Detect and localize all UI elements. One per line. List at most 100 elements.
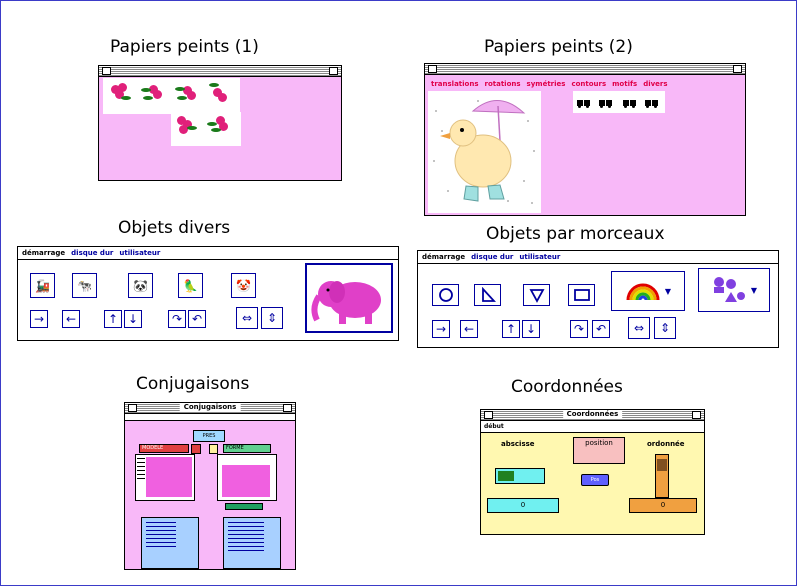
train-motif[interactable] xyxy=(623,98,637,108)
arrow-left-icon[interactable]: ← xyxy=(62,310,80,328)
menu-translations[interactable]: translations xyxy=(431,80,479,88)
panda-object-icon[interactable]: 🐼 xyxy=(128,273,153,298)
menu-debut[interactable]: début xyxy=(481,421,704,433)
titlebar[interactable]: Coordonnées xyxy=(481,410,704,421)
menu-divider xyxy=(18,259,398,260)
flower-motif[interactable] xyxy=(175,82,197,104)
close-box[interactable] xyxy=(102,67,111,75)
circle-shape-icon[interactable] xyxy=(432,284,459,306)
zoom-box[interactable] xyxy=(692,411,701,419)
titlebar[interactable] xyxy=(99,66,341,77)
green-button[interactable] xyxy=(225,503,263,510)
menu-disque-dur[interactable]: disque dur xyxy=(471,253,513,261)
arrow-right-icon[interactable]: → xyxy=(432,320,450,338)
zoom-box[interactable] xyxy=(329,67,338,75)
flower-motif[interactable] xyxy=(207,114,229,136)
close-box[interactable] xyxy=(428,65,437,73)
window-conjugaisons[interactable]: Conjugaisons PRES MODELE FORME xyxy=(124,402,296,570)
arrow-down-icon[interactable]: ↓ xyxy=(522,320,540,338)
menu-utilisateur[interactable]: utilisateur xyxy=(119,249,160,257)
window-papiers-peints-1[interactable] xyxy=(98,65,342,181)
menu-divers[interactable]: divers xyxy=(643,80,667,88)
red-toggle[interactable] xyxy=(191,444,201,454)
menu-disque-dur[interactable]: disque dur xyxy=(71,249,113,257)
titlebar[interactable] xyxy=(425,64,745,75)
menu-bar xyxy=(125,414,295,421)
flip-vertical-icon[interactable]: ⇕ xyxy=(261,307,283,329)
flip-horizontal-icon[interactable]: ⇔ xyxy=(628,317,650,339)
title-papiers-peints-2: Papiers peints (2) xyxy=(484,37,633,57)
titlebar[interactable]: Conjugaisons xyxy=(125,403,295,414)
arrow-left-icon[interactable]: ← xyxy=(460,320,478,338)
forme-tag[interactable]: FORME xyxy=(223,444,271,453)
menu-motifs[interactable]: motifs xyxy=(612,80,637,88)
zoom-box[interactable] xyxy=(283,404,292,412)
left-text-panel xyxy=(141,517,199,569)
flower-motif[interactable] xyxy=(209,82,231,104)
right-text-panel xyxy=(223,517,281,569)
menu-symetries[interactable]: symétries xyxy=(527,80,566,88)
close-box[interactable] xyxy=(484,411,493,419)
title-papiers-peints-1: Papiers peints (1) xyxy=(110,37,259,57)
clown-object-icon[interactable]: 🤡 xyxy=(231,273,256,298)
rectangle-shape-icon[interactable] xyxy=(568,284,595,306)
window-coordonnees[interactable]: Coordonnées début abscisse position ordo… xyxy=(480,409,705,535)
menu-bar: démarrage disque dur utilisateur xyxy=(422,253,566,261)
zoom-box[interactable] xyxy=(733,65,742,73)
ordonnee-gauge[interactable] xyxy=(655,454,669,498)
rotate-right-icon[interactable]: ↷ xyxy=(570,320,588,338)
flower-motif[interactable] xyxy=(175,114,197,136)
pres-button[interactable]: PRES xyxy=(193,430,225,442)
menu-contours[interactable]: contours xyxy=(571,80,606,88)
rotate-left-icon[interactable]: ↶ xyxy=(188,310,206,328)
right-list[interactable] xyxy=(217,454,277,501)
rotate-right-icon[interactable]: ↷ xyxy=(168,310,186,328)
y-value-field[interactable]: 0 xyxy=(629,498,697,513)
arrow-down-icon[interactable]: ↓ xyxy=(124,310,142,328)
menu-divider xyxy=(418,263,778,264)
arrow-up-icon[interactable]: ↑ xyxy=(104,310,122,328)
menu-bar: translations rotations symétries contours mo… xyxy=(431,80,674,88)
window-objets-par-morceaux[interactable]: démarrage disque dur utilisateur ▼ ▼ → ← ↑… xyxy=(417,250,779,348)
right-triangle-shape-icon[interactable] xyxy=(474,284,501,306)
close-box[interactable] xyxy=(128,404,137,412)
position-label: position xyxy=(573,437,625,464)
arrow-right-icon[interactable]: → xyxy=(30,310,48,328)
window-title: Coordonnées xyxy=(562,410,623,419)
window-objets-divers[interactable]: démarrage disque dur utilisateur 🚂 🐄 🐼 🦜 🤡… xyxy=(17,246,399,341)
flip-horizontal-icon[interactable]: ⇔ xyxy=(236,307,258,329)
abscisse-label: abscisse xyxy=(501,440,535,448)
modele-tag[interactable]: MODELE xyxy=(139,444,189,453)
abscisse-gauge[interactable] xyxy=(495,468,545,484)
dropdown-triangle-icon: ▼ xyxy=(664,286,672,296)
menu-bar: démarrage disque dur utilisateur xyxy=(22,249,166,257)
triangle-down-shape-icon[interactable] xyxy=(523,284,550,306)
train-object-icon[interactable]: 🚂 xyxy=(30,273,55,298)
menu-demarrage[interactable]: démarrage xyxy=(422,253,465,261)
window-title: Conjugaisons xyxy=(179,403,241,412)
cow-object-icon[interactable]: 🐄 xyxy=(72,273,97,298)
train-motif[interactable] xyxy=(599,98,613,108)
x-value-field[interactable]: 0 xyxy=(487,498,559,513)
window-papiers-peints-2[interactable]: translations rotations symétries contours mo… xyxy=(424,63,746,216)
rainbow-icon xyxy=(626,283,660,301)
flower-motif[interactable] xyxy=(109,82,131,104)
train-motif[interactable] xyxy=(577,98,591,108)
pos-button[interactable]: Pos xyxy=(581,474,609,486)
train-motif[interactable] xyxy=(645,98,659,108)
flower-motif[interactable] xyxy=(141,82,163,104)
yellow-toggle[interactable] xyxy=(209,444,218,454)
color-palette-dropdown[interactable]: ▼ xyxy=(611,271,685,311)
flip-vertical-icon[interactable]: ⇕ xyxy=(654,317,676,339)
arrow-up-icon[interactable]: ↑ xyxy=(502,320,520,338)
title-coordonnees: Coordonnées xyxy=(511,377,623,397)
duck-picture[interactable] xyxy=(428,91,541,213)
menu-utilisateur[interactable]: utilisateur xyxy=(519,253,560,261)
menu-rotations[interactable]: rotations xyxy=(485,80,521,88)
shape-pieces-dropdown[interactable]: ▼ xyxy=(698,268,770,312)
rotate-left-icon[interactable]: ↶ xyxy=(592,320,610,338)
elephant-preview[interactable] xyxy=(305,263,393,333)
menu-demarrage[interactable]: démarrage xyxy=(22,249,65,257)
parrot-object-icon[interactable]: 🦜 xyxy=(178,273,203,298)
left-list[interactable] xyxy=(135,454,195,501)
